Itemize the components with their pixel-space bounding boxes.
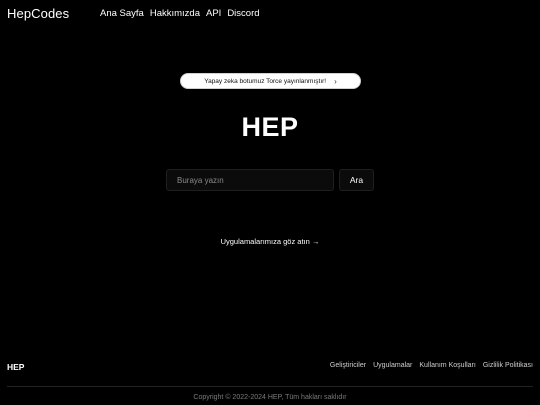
site-header: HepCodes Ana Sayfa Hakkımızda API Discor…	[0, 0, 540, 28]
nav-link-home[interactable]: Ana Sayfa	[100, 8, 144, 19]
footer-link-terms[interactable]: Kullanım Koşulları	[419, 362, 475, 369]
copyright-text: Copyright © 2022-2024 HEP, Tüm hakları s…	[193, 394, 347, 401]
nav-link-discord[interactable]: Discord	[227, 8, 259, 19]
main-nav: Ana Sayfa Hakkımızda API Discord	[100, 8, 260, 19]
nav-link-about[interactable]: Hakkımızda	[150, 8, 200, 19]
browse-apps-link[interactable]: Uygulamalarımıza göz atın →	[0, 237, 540, 246]
footer-link-apps[interactable]: Uygulamalar	[373, 362, 412, 369]
footer-nav: Geliştiriciler Uygulamalar Kullanım Koşu…	[330, 362, 533, 369]
footer-link-developers[interactable]: Geliştiriciler	[330, 362, 366, 369]
announcement-banner[interactable]: Yapay zeka botumuz Torce yayınlanmıştır!…	[180, 73, 361, 89]
nav-link-api[interactable]: API	[206, 8, 221, 19]
brand-logo-link[interactable]: HepCodes	[7, 6, 69, 21]
search-button[interactable]: Ara	[339, 169, 374, 191]
announcement-text: Yapay zeka botumuz Torce yayınlanmıştır!	[204, 77, 327, 85]
search-input[interactable]	[166, 169, 334, 191]
footer-brand: HEP	[7, 362, 25, 372]
footer-link-privacy[interactable]: Gizlilik Politikası	[483, 362, 533, 369]
chevron-right-icon: ›	[334, 76, 337, 86]
hero-title: HEP	[241, 112, 299, 142]
footer-divider	[7, 386, 533, 387]
